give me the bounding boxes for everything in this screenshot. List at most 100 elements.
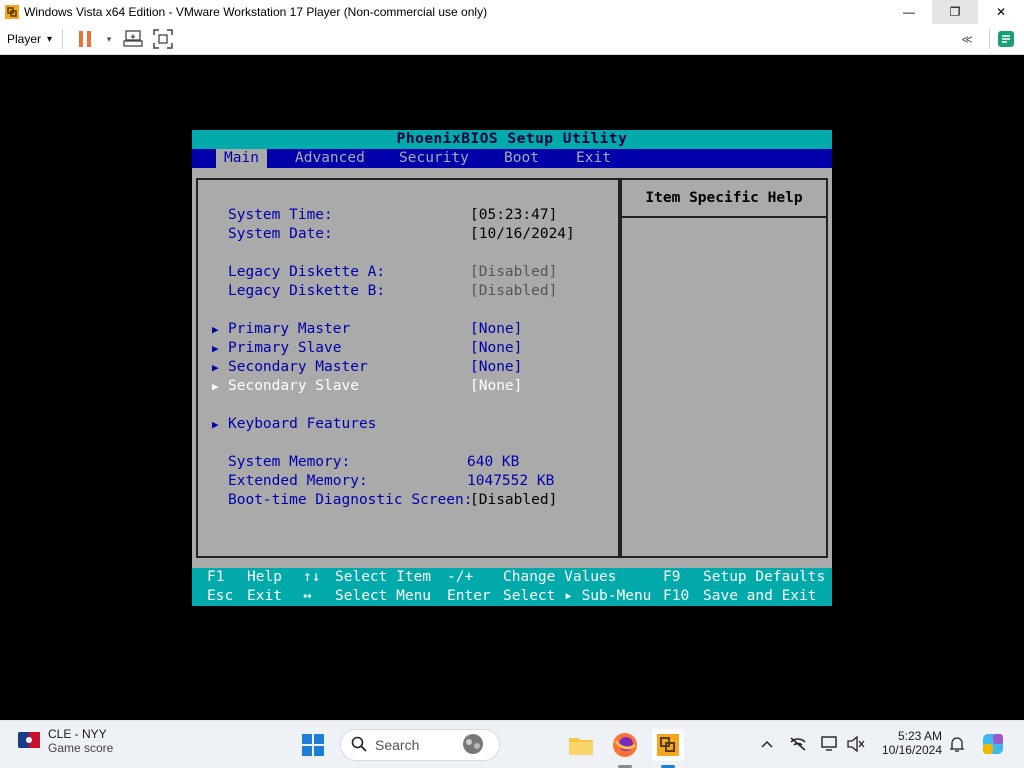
submenu-arrow-icon: ▶: [212, 418, 219, 431]
setting-label: System Time:: [228, 207, 333, 223]
toolbar-divider-right: [989, 29, 990, 49]
key-esc-desc: Exit: [247, 588, 282, 604]
volume-muted-icon[interactable]: [845, 733, 867, 755]
setting-value[interactable]: [Disabled]: [470, 282, 557, 301]
system-clock[interactable]: 5:23 AM 10/16/2024: [874, 729, 942, 757]
bios-row-primary-slave[interactable]: ▶ Primary Slave [None]: [198, 339, 618, 358]
bios-row-legacy-diskette-b[interactable]: Legacy Diskette B: [Disabled]: [198, 282, 618, 301]
key-leftright: ↔: [303, 588, 312, 604]
bios-help-panel: Item Specific Help: [620, 178, 828, 558]
key-f10: F10: [663, 588, 690, 604]
vmware-toolbar: Player ▾ ▾ ≪: [0, 24, 1024, 55]
key-f1: F1: [207, 569, 225, 585]
chevron-down-icon: ▾: [47, 33, 53, 45]
close-button[interactable]: ✕: [978, 0, 1024, 24]
bios-row-primary-master[interactable]: ▶ Primary Master [None]: [198, 320, 618, 339]
submenu-arrow-icon: ▶: [212, 380, 219, 393]
setting-value[interactable]: [Disabled]: [470, 263, 557, 282]
search-placeholder: Search: [375, 737, 420, 753]
setting-value[interactable]: [None]: [470, 358, 522, 377]
window-title-bar[interactable]: Windows Vista x64 Edition - VMware Works…: [0, 0, 1024, 24]
bios-tab-advanced[interactable]: Advanced: [287, 149, 373, 168]
chevron-up-icon[interactable]: [756, 733, 778, 755]
setting-label: Boot-time Diagnostic Screen:: [228, 492, 473, 508]
setting-value: 640 KB: [467, 454, 520, 470]
weather-title: CLE - NYY: [48, 727, 107, 741]
bios-tab-exit[interactable]: Exit: [568, 149, 619, 168]
firefox-icon[interactable]: [609, 729, 641, 761]
search-highlight-icon: [453, 732, 493, 759]
bios-row-system-date[interactable]: System Date: [10/16/2024]: [198, 225, 618, 244]
bios-tab-main[interactable]: Main: [216, 149, 267, 168]
help-title: Item Specific Help: [622, 180, 826, 218]
clock-time: 5:23 AM: [897, 729, 942, 743]
window-title: Windows Vista x64 Edition - VMware Works…: [24, 5, 488, 19]
setting-label: Primary Slave: [228, 340, 342, 356]
setting-label: Keyboard Features: [228, 416, 377, 432]
bios-title: PhoenixBIOS Setup Utility: [192, 130, 832, 149]
submenu-arrow-icon: ▶: [212, 342, 219, 355]
setting-value[interactable]: [None]: [470, 320, 522, 339]
setting-label: System Memory:: [228, 454, 351, 470]
maximize-button[interactable]: ❐: [932, 0, 978, 24]
setting-label: Secondary Slave: [228, 378, 359, 394]
setting-value[interactable]: [None]: [470, 377, 522, 396]
bios-row-keyboard-features[interactable]: ▶ Keyboard Features: [198, 415, 618, 434]
setting-value[interactable]: [Disabled]: [470, 491, 557, 510]
display-icon[interactable]: [819, 733, 841, 755]
bios-row-extended-memory: Extended Memory: 1047552 KB: [198, 472, 618, 491]
notes-icon[interactable]: [994, 27, 1018, 51]
setting-value[interactable]: [05:23:47]: [470, 206, 557, 225]
fullscreen-icon[interactable]: [151, 27, 175, 51]
player-menu-button[interactable]: Player ▾: [7, 32, 52, 46]
bell-icon[interactable]: [946, 733, 968, 755]
bios-row-secondary-slave[interactable]: ▶ Secondary Slave [None]: [198, 377, 618, 396]
windows-taskbar: CLE - NYY Game score Search 5:23 AM 10/1…: [0, 720, 1024, 768]
bios-tab-boot[interactable]: Boot: [496, 149, 547, 168]
pause-options-chevron-icon[interactable]: ▾: [103, 27, 115, 51]
key-enter: Enter: [447, 588, 491, 604]
key-updown-desc: Select Item: [335, 569, 432, 585]
collapse-icon[interactable]: ≪: [955, 27, 979, 51]
pause-icon[interactable]: [73, 27, 97, 51]
bios-settings-panel: System Time: [05:23:47] System Date: [10…: [196, 178, 620, 558]
setting-value[interactable]: [10/16/2024]: [470, 225, 575, 244]
bios-key-legend: F1 Help ↑↓ Select Item -/+ Change Values…: [192, 568, 832, 606]
start-button[interactable]: [301, 733, 325, 757]
vmware-icon[interactable]: [652, 729, 684, 761]
widgets-button[interactable]: CLE - NYY Game score: [18, 727, 113, 755]
bios-tab-security[interactable]: Security: [391, 149, 477, 168]
bios-row-system-memory: System Memory: 640 KB: [198, 453, 618, 472]
setting-label: Extended Memory:: [228, 473, 368, 489]
bios-row-boot-diagnostic-screen[interactable]: Boot-time Diagnostic Screen: [Disabled]: [198, 491, 618, 510]
send-keys-icon[interactable]: [121, 27, 145, 51]
bios-row-secondary-master[interactable]: ▶ Secondary Master [None]: [198, 358, 618, 377]
key-f1-desc: Help: [247, 569, 282, 585]
file-explorer-icon[interactable]: [565, 729, 597, 761]
network-off-icon[interactable]: [787, 733, 809, 755]
key-updown: ↑↓: [303, 569, 321, 585]
search-box[interactable]: Search: [340, 729, 500, 761]
key-plusminus-desc: Change Values: [503, 569, 617, 585]
key-plusminus: -/+: [447, 569, 474, 585]
key-f10-desc: Save and Exit: [703, 588, 817, 604]
setting-value[interactable]: [None]: [470, 339, 522, 358]
bios-body: System Time: [05:23:47] System Date: [10…: [192, 168, 832, 560]
baseball-logo-icon: [18, 731, 40, 751]
setting-label: Secondary Master: [228, 359, 368, 375]
key-enter-desc: Select ▸ Sub-Menu: [503, 588, 652, 604]
bios-row-legacy-diskette-a[interactable]: Legacy Diskette A: [Disabled]: [198, 263, 618, 282]
setting-label: Legacy Diskette A:: [228, 264, 386, 280]
setting-label: Primary Master: [228, 321, 351, 337]
bios-setup-screen: PhoenixBIOS Setup Utility Main Advanced …: [192, 130, 832, 606]
key-f9: F9: [663, 569, 681, 585]
bios-row-system-time[interactable]: System Time: [05:23:47]: [198, 206, 618, 225]
copilot-icon[interactable]: [980, 731, 1006, 757]
vm-display[interactable]: PhoenixBIOS Setup Utility Main Advanced …: [0, 56, 1024, 720]
key-f9-desc: Setup Defaults: [703, 569, 826, 585]
setting-value: 1047552 KB: [467, 473, 555, 489]
toolbar-divider: [62, 29, 64, 49]
bios-menu-bar: Main Advanced Security Boot Exit: [192, 149, 832, 168]
clock-date: 10/16/2024: [881, 743, 942, 757]
minimize-button[interactable]: —: [886, 0, 932, 24]
